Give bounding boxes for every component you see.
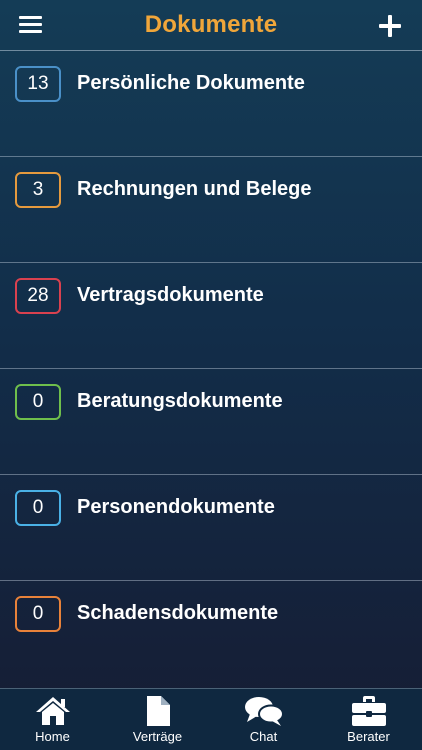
tab-berater[interactable]: Berater bbox=[316, 689, 421, 750]
add-document-button[interactable] bbox=[378, 14, 402, 38]
count-badge: 0 bbox=[15, 490, 61, 526]
page-title: Dokumente bbox=[144, 11, 278, 38]
category-row-vertragsdokumente[interactable]: 28 Vertragsdokumente bbox=[0, 263, 422, 369]
category-label: Personendokumente bbox=[77, 496, 275, 518]
tab-label: Berater bbox=[347, 729, 390, 744]
chat-bubbles-icon bbox=[244, 697, 284, 726]
tab-label: Chat bbox=[249, 729, 278, 744]
category-label: Rechnungen und Belege bbox=[77, 178, 312, 200]
tab-vertraege[interactable]: Verträge bbox=[105, 689, 210, 750]
bottom-tab-bar: Home Verträge Chat Berater bbox=[0, 688, 422, 750]
tab-label: Home bbox=[35, 729, 70, 744]
count-badge: 0 bbox=[15, 596, 61, 632]
category-row-beratungsdokumente[interactable]: 0 Beratungsdokumente bbox=[0, 369, 422, 475]
document-category-list: 13 Persönliche Dokumente 3 Rechnungen un… bbox=[0, 51, 422, 687]
count-badge: 3 bbox=[15, 172, 61, 208]
category-label: Beratungsdokumente bbox=[77, 390, 283, 412]
category-row-rechnungen-und-belege[interactable]: 3 Rechnungen und Belege bbox=[0, 157, 422, 263]
category-row-schadensdokumente[interactable]: 0 Schadensdokumente bbox=[0, 581, 422, 687]
category-row-personendokumente[interactable]: 0 Personendokumente bbox=[0, 475, 422, 581]
tab-label: Verträge bbox=[132, 729, 183, 744]
category-label: Persönliche Dokumente bbox=[77, 72, 305, 94]
category-label: Schadensdokumente bbox=[77, 602, 279, 624]
count-badge: 28 bbox=[15, 278, 61, 314]
tab-home[interactable]: Home bbox=[0, 689, 105, 750]
category-label: Vertragsdokumente bbox=[77, 284, 264, 306]
app-header: Dokumente bbox=[0, 0, 422, 51]
count-badge: 13 bbox=[15, 66, 61, 102]
count-badge: 0 bbox=[15, 384, 61, 420]
briefcase-icon bbox=[351, 696, 386, 726]
category-row-persoenliche-dokumente[interactable]: 13 Persönliche Dokumente bbox=[0, 51, 422, 157]
document-icon bbox=[146, 696, 170, 726]
tab-chat[interactable]: Chat bbox=[211, 689, 316, 750]
home-icon bbox=[35, 697, 70, 725]
